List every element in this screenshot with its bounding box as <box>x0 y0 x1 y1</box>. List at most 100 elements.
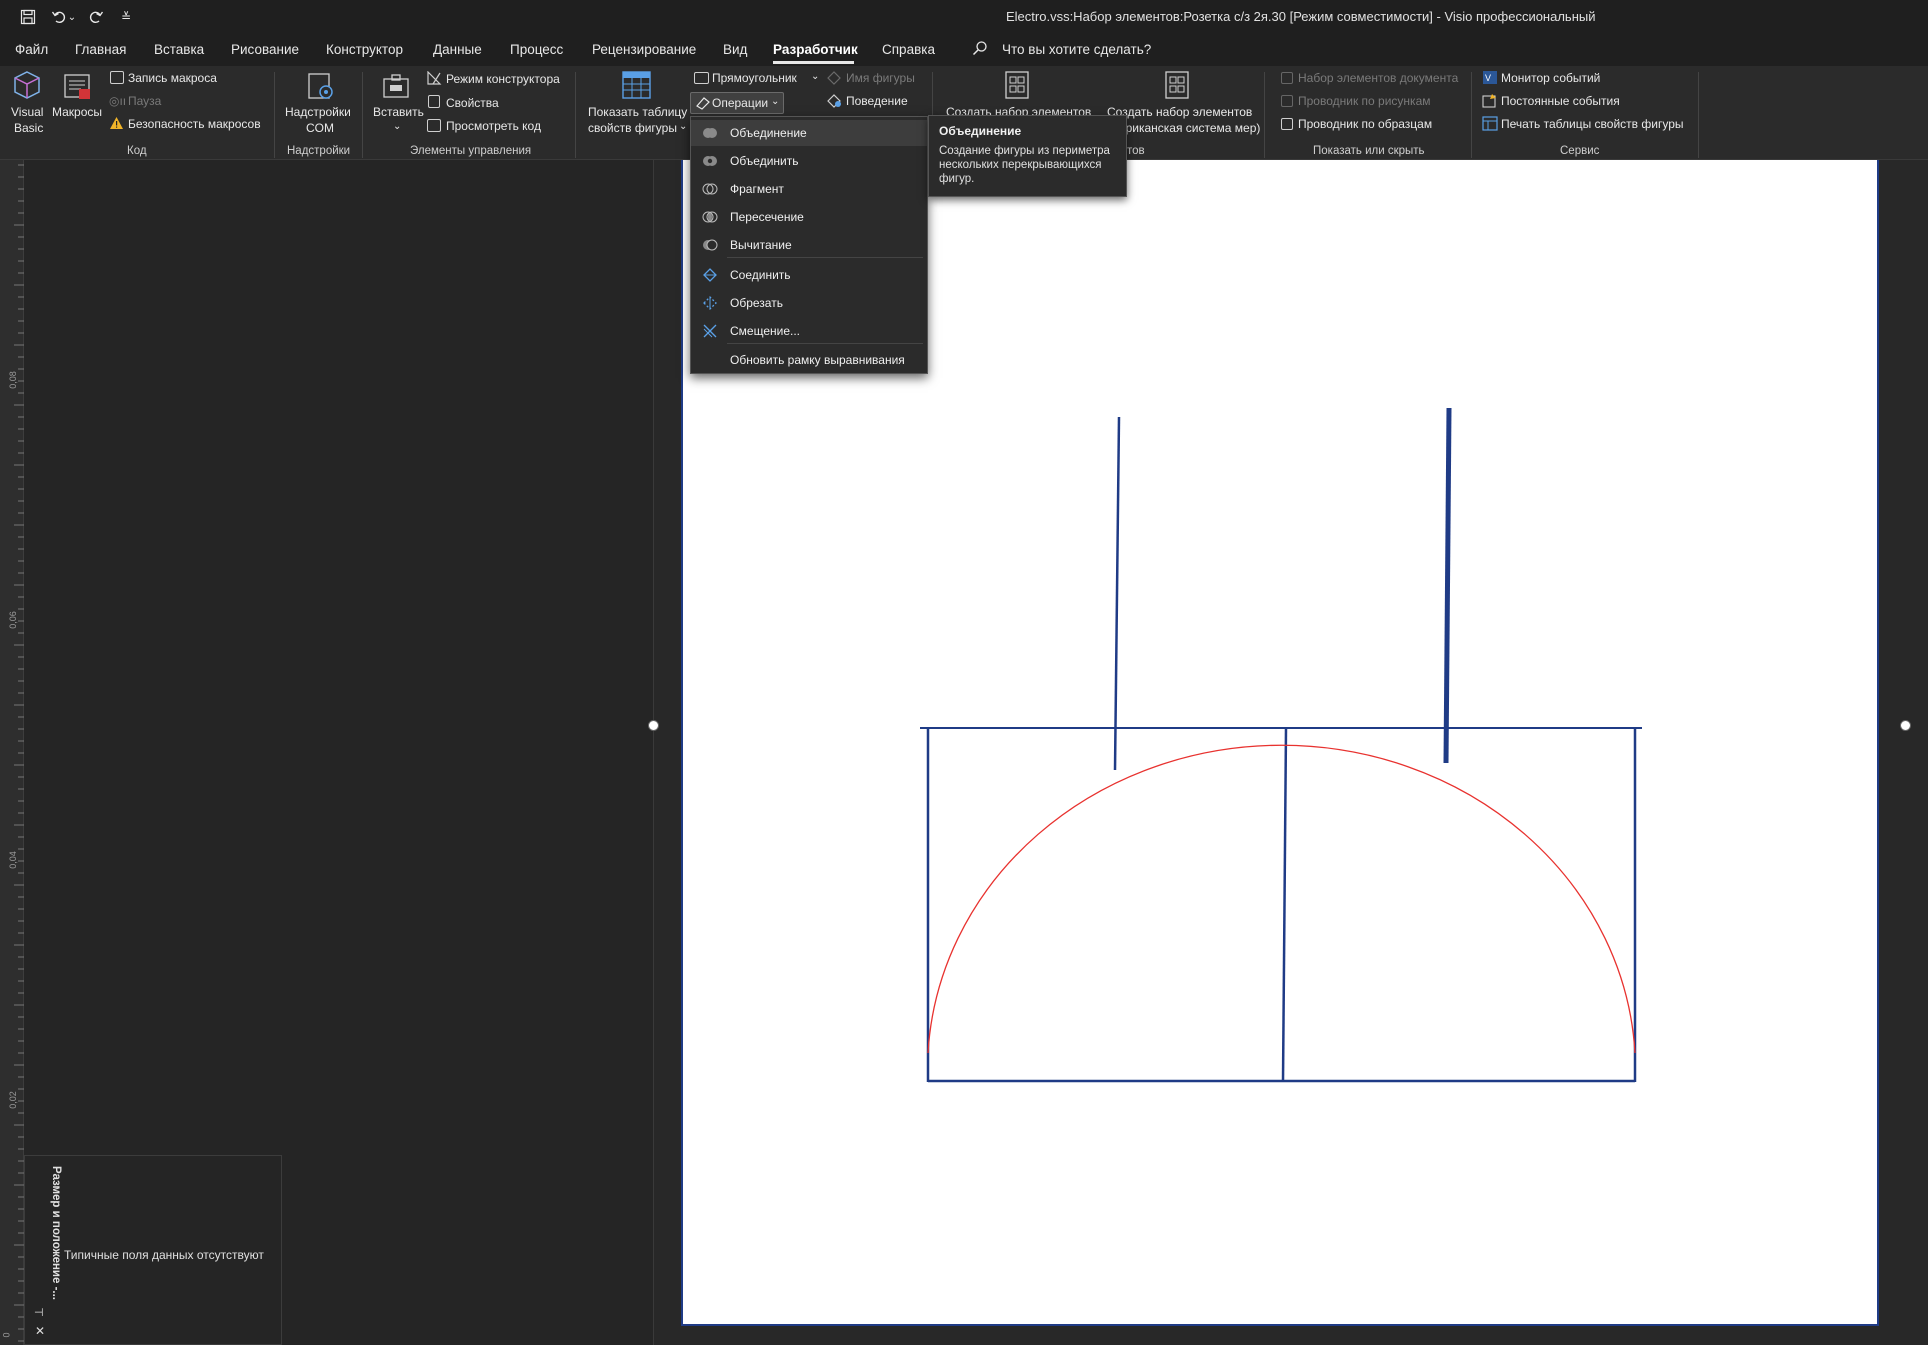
tab-draw[interactable]: Рисование <box>231 42 299 57</box>
view-code-icon[interactable] <box>427 119 441 132</box>
close-icon[interactable]: ✕ <box>35 1324 45 1338</box>
properties-button[interactable]: Свойства <box>446 96 499 111</box>
menu-item-union[interactable]: Объединение <box>691 120 927 146</box>
document-stencil-checkbox <box>1281 72 1293 84</box>
persistent-events-button[interactable]: Постоянные события <box>1501 94 1620 109</box>
chevron-down-icon[interactable]: ⌄ <box>393 119 401 134</box>
tab-file[interactable]: Файл <box>15 42 48 57</box>
menu-item-combine[interactable]: Объединить <box>691 148 927 174</box>
insert-control-button[interactable]: Вставить <box>373 105 424 120</box>
size-position-panel: Размер и положение -... Типичные поля да… <box>24 1155 282 1345</box>
com-addins-label-2[interactable]: COM <box>306 121 334 136</box>
group-separator <box>575 72 576 158</box>
operations-label: Операции <box>712 96 769 110</box>
fragment-icon <box>702 181 718 197</box>
ruler-label: 0 <box>1 1332 12 1338</box>
size-panel-title: Размер и положение -... <box>50 1166 62 1301</box>
new-stencil-us-label-1[interactable]: Создать набор элементов <box>1107 105 1252 120</box>
vertical-ruler[interactable]: 0,08 0,06 0,04 0,02 0 <box>0 160 24 1345</box>
customize-icon[interactable]: ≚ <box>114 5 138 29</box>
macros-icon[interactable] <box>63 71 93 106</box>
menu-item-subtract[interactable]: Вычитание <box>691 232 927 258</box>
group-label-tools: Сервис <box>1560 145 1600 157</box>
group-label-code: Код <box>127 145 147 157</box>
macros-label[interactable]: Макросы <box>52 105 102 120</box>
shape-name-icon <box>826 70 842 90</box>
rectangle-icon[interactable] <box>694 72 709 84</box>
menu-item-offset[interactable]: Смещение... <box>691 318 927 344</box>
rectangle-button[interactable]: Прямоугольник <box>712 71 797 86</box>
redo-icon[interactable] <box>84 5 108 29</box>
macro-security-button[interactable]: Безопасность макросов <box>128 117 261 132</box>
resize-handle-right[interactable] <box>1900 720 1911 731</box>
tab-review[interactable]: Рецензирование <box>592 42 696 57</box>
ruler-label: 0,06 <box>7 611 18 629</box>
menu-separator <box>727 257 923 258</box>
view-code-button[interactable]: Просмотреть код <box>446 119 541 134</box>
pin-icon[interactable]: ⊣ <box>34 1306 44 1319</box>
combine-icon <box>702 153 718 169</box>
insert-control-icon[interactable] <box>382 73 412 106</box>
menu-item-intersect[interactable]: Пересечение <box>691 204 927 230</box>
master-explorer-checkbox[interactable] <box>1281 118 1293 130</box>
menu-item-update-alignment-box[interactable]: Обновить рамку выравнивания <box>691 347 927 373</box>
persistent-events-icon[interactable] <box>1482 93 1498 113</box>
record-macro-button[interactable]: Запись макроса <box>128 71 217 86</box>
tooltip-body: Создание фигуры из периметра нескольких … <box>939 145 1110 185</box>
visual-basic-label-2[interactable]: Basic <box>14 121 43 136</box>
tab-design[interactable]: Конструктор <box>326 42 403 57</box>
save-icon[interactable] <box>16 5 40 29</box>
group-label-stencil: тов <box>1127 145 1145 157</box>
tab-help[interactable]: Справка <box>882 42 935 57</box>
print-shapesheet-button[interactable]: Печать таблицы свойств фигуры <box>1501 117 1684 132</box>
master-explorer-label[interactable]: Проводник по образцам <box>1298 117 1432 132</box>
menu-item-join[interactable]: Соединить <box>691 262 927 288</box>
event-monitor-icon[interactable]: V <box>1482 70 1498 90</box>
show-shapesheet-label-2[interactable]: свойств фигуры <box>588 121 677 136</box>
chevron-down-icon[interactable]: ⌄ <box>679 119 687 134</box>
join-icon <box>702 267 718 283</box>
tab-insert[interactable]: Вставка <box>154 42 204 57</box>
search-box[interactable]: Что вы хотите сделать? <box>1002 42 1151 57</box>
new-stencil-icon[interactable] <box>1004 70 1030 105</box>
visual-basic-label-1[interactable]: Visual <box>11 105 43 120</box>
behavior-button[interactable]: Поведение <box>846 94 908 109</box>
com-addins-label-1[interactable]: Надстройки <box>285 105 351 120</box>
tab-home[interactable]: Главная <box>75 42 126 57</box>
print-shapesheet-icon[interactable] <box>1482 116 1498 136</box>
design-mode-button[interactable]: Режим конструктора <box>446 72 560 87</box>
drawing-explorer-label: Проводник по рисункам <box>1298 94 1431 108</box>
tab-process[interactable]: Процесс <box>510 42 563 57</box>
menu-item-trim[interactable]: Обрезать <box>691 290 927 316</box>
operations-button[interactable]: Операции ⌄ <box>690 92 784 114</box>
chevron-down-icon[interactable]: ⌄ <box>811 69 819 84</box>
properties-icon[interactable] <box>428 95 440 108</box>
operations-icon <box>695 96 711 116</box>
undo-dropdown-icon[interactable]: ⌄ <box>66 5 78 29</box>
center-divider-line <box>1281 727 1288 1082</box>
design-mode-icon[interactable] <box>427 70 442 90</box>
intersect-icon <box>702 209 718 225</box>
resize-handle-left[interactable] <box>648 720 659 731</box>
shape-name-button: Имя фигуры <box>846 71 915 85</box>
tab-data[interactable]: Данные <box>433 42 482 57</box>
visual-basic-icon[interactable] <box>12 70 42 105</box>
group-label-addins: Надстройки <box>287 145 351 157</box>
operations-menu: Объединение Объединить Фрагмент Пересече… <box>690 116 928 374</box>
record-macro-icon[interactable] <box>110 71 124 84</box>
com-addins-icon[interactable] <box>305 71 335 106</box>
drawing-explorer-checkbox <box>1281 95 1293 107</box>
new-stencil-us-icon[interactable] <box>1164 70 1190 105</box>
svg-text:V: V <box>1485 73 1491 83</box>
shapesheet-icon[interactable] <box>621 70 653 105</box>
behavior-icon[interactable] <box>826 93 842 113</box>
menu-item-fragment[interactable]: Фрагмент <box>691 176 927 202</box>
show-shapesheet-label-1[interactable]: Показать таблицу <box>588 105 687 120</box>
union-icon <box>702 125 718 141</box>
event-monitor-button[interactable]: Монитор событий <box>1501 71 1600 86</box>
ruler-label: 0,02 <box>7 1091 18 1109</box>
search-icon[interactable] <box>972 40 988 61</box>
offset-icon <box>702 323 718 339</box>
tab-view[interactable]: Вид <box>723 42 747 57</box>
tab-developer[interactable]: Разработчик <box>773 42 858 57</box>
